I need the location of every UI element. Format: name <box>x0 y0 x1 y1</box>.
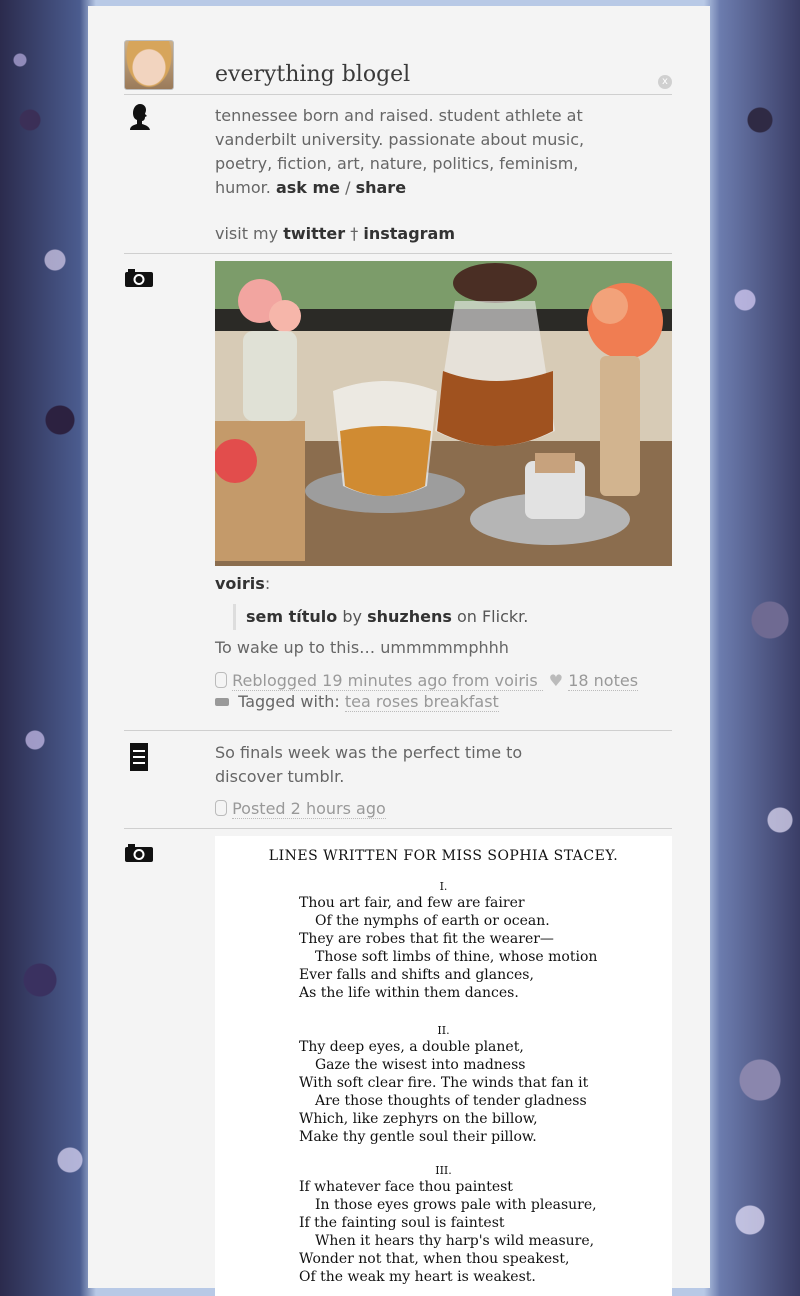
poem-title: LINES WRITTEN FOR MISS SOPHIA STACEY. <box>268 848 619 864</box>
stanza-numeral: II. <box>437 1024 450 1037</box>
avatar[interactable] <box>124 40 174 90</box>
notes-link[interactable]: 18 notes <box>568 671 639 691</box>
tags-line: Tagged with: tea roses breakfast <box>215 692 499 712</box>
poem-line: Thou art fair, and few are fairer <box>299 895 525 911</box>
blog-title[interactable]: everything blogel <box>215 62 410 87</box>
stanza-numeral: III. <box>435 1164 452 1177</box>
clock-icon <box>215 672 227 688</box>
clock-icon <box>215 800 227 816</box>
stanza: If whatever face thou paintest In those … <box>299 1178 597 1286</box>
post-photo[interactable] <box>215 261 672 566</box>
colon: : <box>264 574 271 593</box>
stanza: Thy deep eyes, a double planet, Gaze the… <box>299 1038 588 1146</box>
poem-line: Thy deep eyes, a double planet, <box>299 1039 524 1055</box>
blockquote: sem título by shuzhens on Flickr. <box>233 604 528 630</box>
divider <box>124 828 672 829</box>
on-flickr-text: on Flickr. <box>456 607 529 626</box>
post-time: 19 minutes ago <box>322 671 448 690</box>
heart-icon: ♥ <box>548 671 564 690</box>
divider <box>124 253 672 254</box>
poem-line: As the life within them dances. <box>299 985 519 1001</box>
poem-line: Gaze the wisest into madness <box>315 1057 526 1073</box>
twitter-link[interactable]: twitter <box>283 224 345 243</box>
by-text: by <box>342 607 362 626</box>
instagram-link[interactable]: instagram <box>363 224 455 243</box>
visit-links: visit my twitter † instagram <box>215 224 455 243</box>
blog-description: tennessee born and raised. student athle… <box>215 104 595 200</box>
close-icon[interactable]: x <box>658 75 672 89</box>
divider <box>124 730 672 731</box>
poem-line: When it hears thy harp's wild measure, <box>315 1233 595 1249</box>
source-user-link[interactable]: voiris <box>215 574 265 593</box>
stanza: Thou art fair, and few are fairer Of the… <box>299 894 597 1002</box>
dagger-separator: † <box>350 224 359 243</box>
camera-icon <box>124 843 154 863</box>
photo-title-link[interactable]: sem título <box>246 607 337 626</box>
text-post-icon <box>129 742 149 772</box>
separator: / <box>345 178 351 197</box>
poem-line: Wonder not that, when thou speakest, <box>299 1251 570 1267</box>
poem-line: Are those thoughts of tender gladness <box>315 1093 587 1109</box>
blog-panel: everything blogel x tennessee born and r… <box>88 6 710 1296</box>
poem-line: If whatever face thou paintest <box>299 1179 513 1195</box>
poem-line: With soft clear fire. The winds that fan… <box>299 1075 589 1091</box>
poem-line: Those soft limbs of thine, whose motion <box>315 949 598 965</box>
tag-icon <box>215 698 229 706</box>
poem-line: Which, like zephyrs on the billow, <box>299 1111 538 1127</box>
share-link[interactable]: share <box>356 178 406 197</box>
person-silhouette-icon <box>128 102 152 132</box>
post-meta: Reblogged 19 minutes ago from voiris ♥ 1… <box>215 671 639 691</box>
poem-line: If the fainting soul is faintest <box>299 1215 505 1231</box>
divider <box>124 94 672 95</box>
tags-link[interactable]: tea roses breakfast <box>344 692 499 712</box>
source-line: voiris: <box>215 574 270 593</box>
posted-label: Posted <box>232 799 286 818</box>
reblogged-link[interactable]: Reblogged 19 minutes ago from voiris <box>232 671 543 691</box>
poem-photo[interactable]: LINES WRITTEN FOR MISS SOPHIA STACEY. I.… <box>215 836 672 1296</box>
tagged-label: Tagged with: <box>238 692 340 711</box>
post-time: 2 hours ago <box>290 799 386 818</box>
from-label: from <box>452 671 490 690</box>
stanza-numeral: I. <box>439 880 448 893</box>
post-caption: To wake up to this… ummmmmphhh <box>215 638 509 657</box>
poem-line: Ever falls and shifts and glances, <box>299 967 534 983</box>
posted-link[interactable]: Posted 2 hours ago <box>232 799 386 819</box>
poem-line: In those eyes grows pale with pleasure, <box>315 1197 597 1213</box>
reblogged-label: Reblogged <box>232 671 318 690</box>
ask-me-link[interactable]: ask me <box>276 178 340 197</box>
poem-line: Of the weak my heart is weakest. <box>299 1269 536 1285</box>
from-user: voiris <box>494 671 538 690</box>
poem-line: They are robes that fit the wearer— <box>299 931 554 947</box>
visit-prefix: visit my <box>215 224 279 243</box>
photographer-link[interactable]: shuzhens <box>367 607 452 626</box>
camera-icon <box>124 268 154 288</box>
poem-line: Of the nymphs of earth or ocean. <box>315 913 550 929</box>
text-post-body: So finals week was the perfect time to d… <box>215 743 523 786</box>
poem-line: Make thy gentle soul their pillow. <box>299 1129 537 1145</box>
post-meta: Posted 2 hours ago <box>215 799 386 819</box>
